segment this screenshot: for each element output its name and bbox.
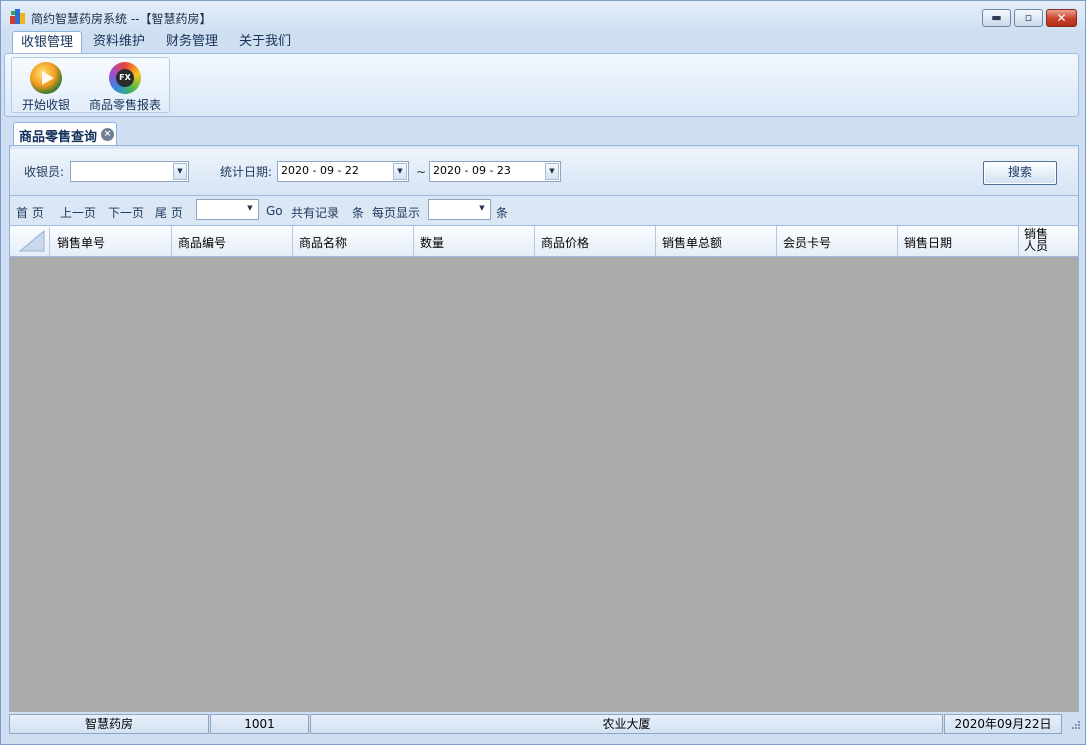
search-button[interactable]: 搜索 [983, 161, 1057, 185]
tab-close-icon[interactable]: × [101, 128, 114, 141]
column-header-salesperson[interactable]: 销售人员 [1019, 226, 1078, 256]
records-unit-label: 条 [352, 206, 365, 220]
pager-bar: 首 页 上一页 下一页 尾 页 ▼ Go 共有记录 条 每页显示 ▼ 条 [10, 197, 1078, 225]
select-all-corner[interactable] [11, 227, 50, 256]
grid-body[interactable] [10, 257, 1078, 712]
product-retail-report-label: 商品零售报表 [88, 98, 161, 112]
date-from-value: 2020 - 09 - 22 [281, 164, 359, 177]
chevron-down-icon[interactable]: ▼ [173, 163, 187, 180]
filter-bar: 收银员: ▼ 统计日期: 2020 - 09 - 22 ▼ ~ 2020 - 0… [10, 149, 1078, 196]
ribbon-panel: 开始收银 FX 商品零售报表 [4, 53, 1079, 117]
date-to-picker[interactable]: 2020 - 09 - 23 ▼ [429, 161, 561, 182]
document-tab-label: 商品零售查询 [19, 130, 98, 145]
grid-header: 销售单号 商品编号 商品名称 数量 商品价格 销售单总额 会员卡号 销售日期 销… [10, 225, 1078, 257]
minimize-button[interactable]: ▬ [982, 9, 1011, 27]
total-records-label: 共有记录 [291, 206, 340, 220]
column-header-product-name[interactable]: 商品名称 [293, 226, 414, 256]
tab-cashier-management[interactable]: 收银管理 [12, 31, 83, 53]
content-panel: 收银员: ▼ 统计日期: 2020 - 09 - 22 ▼ ~ 2020 - 0… [9, 145, 1079, 712]
page-number-select[interactable]: ▼ [196, 199, 259, 220]
last-page-link[interactable]: 尾 页 [155, 204, 183, 221]
status-date: 2020年09月22日 [944, 714, 1062, 734]
start-cashier-label: 开始收银 [21, 98, 70, 112]
status-bar: 智慧药房 1001 农业大厦 2020年09月22日 [1, 713, 1085, 744]
close-button[interactable]: ✕ [1046, 9, 1077, 27]
status-user-id: 1001 [210, 714, 309, 734]
minimize-icon: ▬ [991, 11, 1002, 24]
column-header-member-card[interactable]: 会员卡号 [777, 226, 898, 256]
product-retail-report-button[interactable]: FX 商品零售报表 [82, 58, 168, 114]
tab-about-us[interactable]: 关于我们 [231, 31, 299, 53]
date-to-value: 2020 - 09 - 23 [433, 164, 511, 177]
menu-tabs: 收银管理 资料维护 财务管理 关于我们 [1, 31, 1085, 53]
chevron-down-icon[interactable]: ▼ [243, 201, 257, 218]
play-icon [30, 62, 62, 94]
document-tab-retail-query[interactable]: 商品零售查询 × [13, 122, 117, 145]
tab-finance-management[interactable]: 财务管理 [158, 31, 226, 53]
status-location: 农业大厦 [310, 714, 943, 734]
ribbon-group-cashier: 开始收银 FX 商品零售报表 [11, 57, 170, 113]
column-header-quantity[interactable]: 数量 [414, 226, 535, 256]
per-page-label: 每页显示 [372, 206, 421, 220]
next-page-link[interactable]: 下一页 [108, 204, 144, 221]
column-header-order-total[interactable]: 销售单总额 [656, 226, 777, 256]
tab-data-maintenance[interactable]: 资料维护 [85, 31, 153, 53]
resize-grip-icon[interactable] [1069, 720, 1081, 732]
app-logo-icon [10, 9, 26, 25]
date-label: 统计日期: [220, 165, 273, 179]
app-window: 简约智慧药房系统 --【智慧药房】 ▬ ▫ ✕ 收银管理 资料维护 财务管理 关… [0, 0, 1086, 745]
chevron-down-icon[interactable]: ▼ [545, 163, 559, 180]
chevron-down-icon[interactable]: ▼ [475, 201, 489, 218]
column-header-sale-date[interactable]: 销售日期 [898, 226, 1019, 256]
per-page-unit-label: 条 [496, 206, 509, 220]
chevron-down-icon[interactable]: ▼ [393, 163, 407, 180]
status-store: 智慧药房 [9, 714, 209, 734]
cashier-label: 收银员: [24, 165, 65, 179]
per-page-select[interactable]: ▼ [428, 199, 491, 220]
start-cashier-button[interactable]: 开始收银 [14, 58, 78, 114]
window-title: 简约智慧药房系统 --【智慧药房】 [31, 12, 212, 26]
column-header-price[interactable]: 商品价格 [535, 226, 656, 256]
column-header-product-code[interactable]: 商品编号 [172, 226, 293, 256]
go-button[interactable]: Go [266, 204, 283, 218]
cashier-select[interactable]: ▼ [70, 161, 189, 182]
title-bar[interactable]: 简约智慧药房系统 --【智慧药房】 ▬ ▫ ✕ [1, 1, 1085, 31]
restore-button[interactable]: ▫ [1014, 9, 1043, 27]
prev-page-link[interactable]: 上一页 [60, 204, 96, 221]
close-icon: ✕ [1056, 11, 1067, 25]
restore-icon: ▫ [1024, 11, 1033, 24]
date-from-picker[interactable]: 2020 - 09 - 22 ▼ [277, 161, 409, 182]
column-header-sale-no[interactable]: 销售单号 [51, 226, 172, 256]
fx-report-icon: FX [109, 62, 141, 94]
first-page-link[interactable]: 首 页 [16, 204, 44, 221]
date-separator: ~ [416, 165, 427, 179]
